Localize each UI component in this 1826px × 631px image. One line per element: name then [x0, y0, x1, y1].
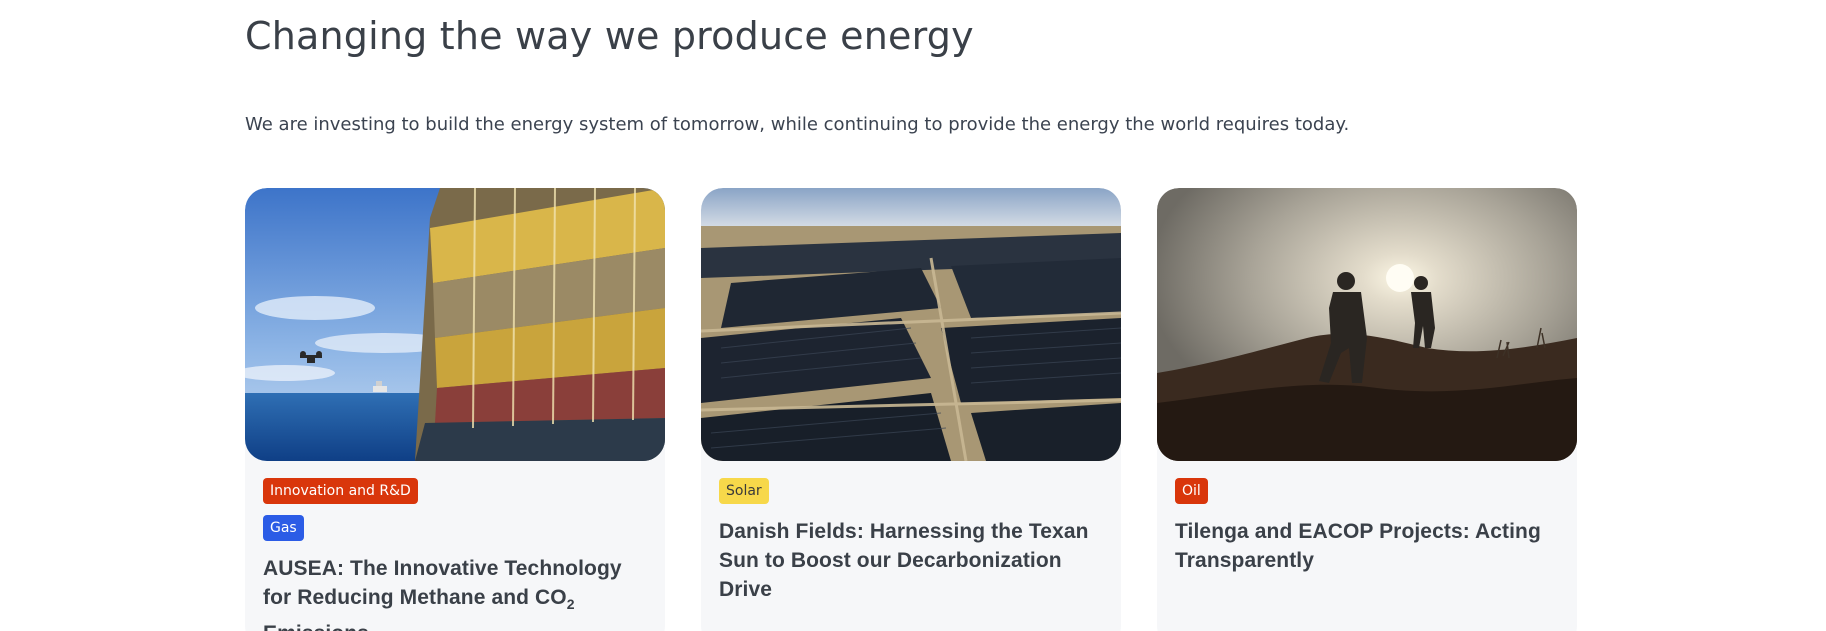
- article-card-ausea[interactable]: Innovation and R&D Gas AUSEA: The Innova…: [245, 188, 665, 631]
- tag-oil[interactable]: Oil: [1175, 478, 1208, 504]
- page: Changing the way we produce energy We ar…: [0, 0, 1826, 631]
- card-title[interactable]: Tilenga and EACOP Projects: Acting Trans…: [1175, 517, 1559, 575]
- tag-list: Oil: [1175, 478, 1559, 504]
- hikers-silhouette-image[interactable]: [1157, 188, 1577, 461]
- tag-innovation[interactable]: Innovation and R&D: [263, 478, 418, 504]
- article-card-tilenga-eacop[interactable]: Oil Tilenga and EACOP Projects: Acting T…: [1157, 188, 1577, 631]
- tag-list: Innovation and R&D Gas: [263, 478, 647, 541]
- article-card-danish-fields[interactable]: Solar Danish Fields: Harnessing the Texa…: [701, 188, 1121, 631]
- solar-farm-image[interactable]: [701, 188, 1121, 461]
- card-list: Innovation and R&D Gas AUSEA: The Innova…: [245, 188, 1577, 631]
- card-body: Oil Tilenga and EACOP Projects: Acting T…: [1157, 461, 1577, 575]
- tag-solar[interactable]: Solar: [719, 478, 769, 504]
- section-heading: Changing the way we produce energy: [245, 14, 974, 58]
- card-body: Solar Danish Fields: Harnessing the Texa…: [701, 461, 1121, 604]
- card-title[interactable]: AUSEA: The Innovative Technology for Red…: [263, 554, 647, 631]
- card-title-text-end: Emissions: [263, 622, 369, 631]
- card-title-subscript: 2: [566, 596, 575, 613]
- section-intro: We are investing to build the energy sys…: [245, 114, 1350, 135]
- offshore-platform-image[interactable]: [245, 188, 665, 461]
- card-title[interactable]: Danish Fields: Harnessing the Texan Sun …: [719, 517, 1103, 604]
- tag-gas[interactable]: Gas: [263, 515, 304, 541]
- card-body: Innovation and R&D Gas AUSEA: The Innova…: [245, 461, 665, 631]
- tag-list: Solar: [719, 478, 1103, 504]
